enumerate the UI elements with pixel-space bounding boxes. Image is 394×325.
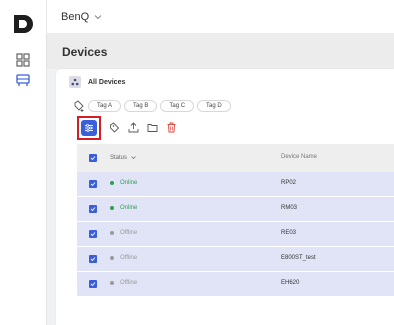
- device-name: RP02: [281, 180, 297, 186]
- status-column-header[interactable]: Status: [110, 154, 137, 161]
- tag-icon[interactable]: [109, 122, 120, 133]
- chevron-down-icon: [131, 156, 136, 160]
- row-checkbox[interactable]: [89, 205, 97, 213]
- organization-name[interactable]: BenQ: [61, 11, 89, 23]
- breadcrumb-label: All Devices: [88, 78, 126, 86]
- page-title: Devices: [62, 45, 108, 59]
- top-bar: BenQ: [47, 0, 394, 34]
- status-text: Online: [120, 180, 138, 186]
- table-row[interactable]: Offline RE03: [77, 222, 394, 247]
- status-text: Online: [120, 205, 138, 211]
- status-text: Offline: [120, 230, 138, 236]
- sidebar: [0, 0, 47, 325]
- table-header: Status Device Name: [77, 144, 394, 172]
- status-cell: Offline: [110, 230, 137, 236]
- check-icon: [90, 232, 96, 237]
- device-name: E800ST_test: [281, 255, 316, 261]
- page-header: Devices: [47, 34, 394, 69]
- check-icon: [90, 282, 96, 287]
- filter-button[interactable]: [81, 120, 97, 136]
- device-icon[interactable]: [16, 73, 30, 87]
- filter-icon: [85, 124, 93, 132]
- breadcrumb[interactable]: All Devices: [69, 74, 125, 90]
- devices-card: All Devices Tag A Tag B Tag C Tag D Stat…: [56, 69, 394, 325]
- status-dot: [110, 281, 114, 285]
- status-cell: Online: [110, 205, 137, 211]
- status-dot: [110, 206, 114, 210]
- tag-bar: Tag A Tag B Tag C Tag D: [73, 99, 234, 113]
- row-checkbox[interactable]: [89, 280, 97, 288]
- group-icon: [69, 76, 81, 88]
- tag-chip[interactable]: Tag D: [197, 100, 231, 112]
- device-name: RM03: [281, 205, 298, 211]
- content-area: All Devices Tag A Tag B Tag C Tag D Stat…: [47, 69, 394, 325]
- row-checkbox[interactable]: [89, 180, 97, 188]
- tag-add-icon[interactable]: [73, 100, 85, 112]
- table-row[interactable]: Online RM03: [77, 197, 394, 222]
- chevron-down-icon[interactable]: [93, 12, 103, 22]
- status-cell: Offline: [110, 280, 137, 286]
- status-dot: [110, 181, 114, 185]
- dashboard-icon[interactable]: [16, 53, 30, 67]
- device-table: Status Device Name Online RP02 Online RM…: [77, 144, 394, 297]
- check-icon: [90, 182, 96, 187]
- status-dot: [110, 231, 114, 235]
- table-row[interactable]: Online RP02: [77, 172, 394, 197]
- table-row[interactable]: Offline E800ST_test: [77, 247, 394, 272]
- select-all-checkbox[interactable]: [89, 154, 97, 162]
- tag-chip[interactable]: Tag C: [160, 100, 195, 112]
- folder-icon[interactable]: [147, 122, 158, 133]
- table-row[interactable]: Offline EH620: [77, 272, 394, 297]
- status-text: Offline: [120, 280, 138, 286]
- status-cell: Online: [110, 180, 137, 186]
- upload-icon[interactable]: [128, 122, 139, 133]
- logo-icon[interactable]: [12, 13, 34, 35]
- row-checkbox[interactable]: [89, 255, 97, 263]
- status-dot: [110, 256, 114, 260]
- device-name: RE03: [281, 230, 297, 236]
- status-cell: Offline: [110, 255, 137, 261]
- status-text: Offline: [120, 255, 138, 261]
- status-header-label: Status: [110, 154, 128, 161]
- device-name: EH620: [281, 280, 300, 286]
- tag-chip[interactable]: Tag A: [88, 100, 122, 112]
- filter-highlight: [77, 116, 101, 140]
- trash-icon[interactable]: [166, 122, 177, 133]
- name-column-header[interactable]: Device Name: [281, 154, 317, 160]
- row-checkbox[interactable]: [89, 230, 97, 238]
- check-icon: [90, 156, 96, 161]
- check-icon: [90, 207, 96, 212]
- tag-chip[interactable]: Tag B: [124, 100, 158, 112]
- check-icon: [90, 257, 96, 262]
